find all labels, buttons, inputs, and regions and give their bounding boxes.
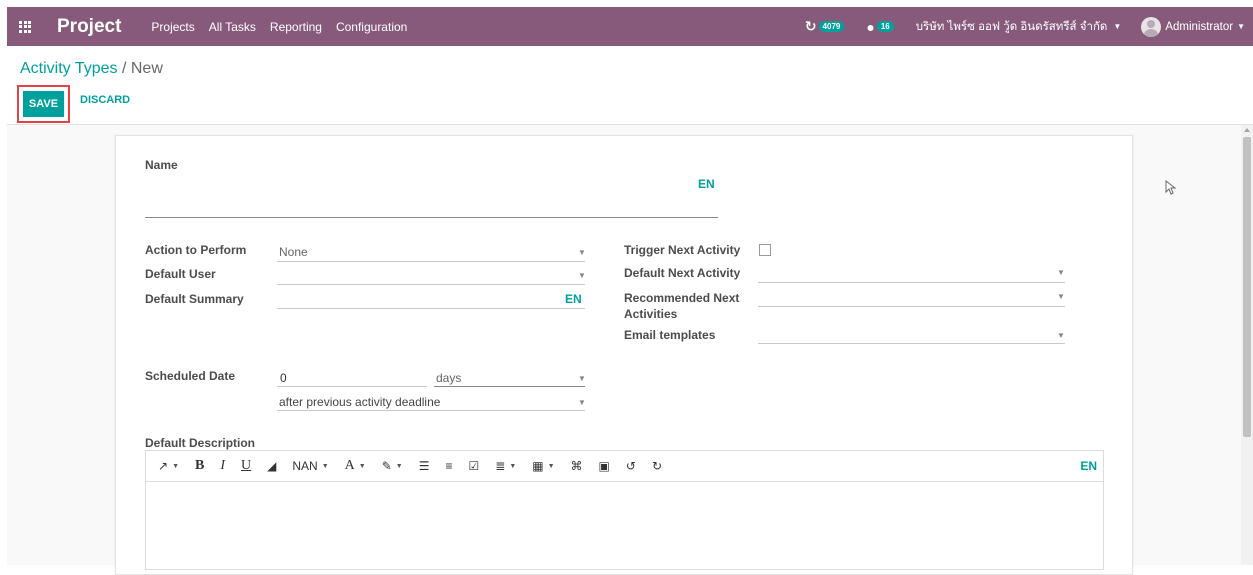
table-icon[interactable]: ▦ ▼ <box>532 459 554 473</box>
breadcrumb-current: New <box>130 60 163 77</box>
font-size-dropdown[interactable]: NAN ▼ <box>292 459 328 473</box>
default-next-activity-label: Default Next Activity <box>624 266 741 280</box>
default-summary-label: Default Summary <box>145 292 244 306</box>
save-button[interactable]: SAVE <box>23 91 64 117</box>
delay-unit-select[interactable] <box>434 386 585 387</box>
delay-count-value: 0 <box>280 371 287 385</box>
email-templates-select[interactable] <box>758 343 1065 344</box>
company-name: บริษัท ไพร์ซ ออฟ วู้ด อินดรัสทรีส์ จำกัด <box>915 20 1108 33</box>
description-translate-button[interactable]: EN <box>1080 459 1097 473</box>
company-switcher[interactable]: บริษัท ไพร์ซ ออฟ วู้ด อินดรัสทรีส์ จำกัด… <box>916 18 1122 36</box>
undo-icon[interactable]: ↺ <box>626 459 636 473</box>
app-brand[interactable]: Project <box>57 16 121 38</box>
chat-bubble-icon: ● <box>866 18 875 35</box>
editor-toolbar: ↗ ▼ B I U ◢ NAN ▼ A ▼ ✎ ▼ ☰ ≡ ☑ ≣ ▼ ▦ ▼ ⌘ ▣ ↺ … <box>146 451 1103 482</box>
trigger-next-activity-label: Trigger Next Activity <box>624 243 741 257</box>
summary-translate-button[interactable]: EN <box>565 292 582 306</box>
email-templates-label: Email templates <box>624 328 716 342</box>
redo-icon[interactable]: ↻ <box>652 459 662 473</box>
menu-all-tasks[interactable]: All Tasks <box>209 20 256 34</box>
checklist-icon[interactable]: ☑ <box>469 459 480 473</box>
description-editor[interactable]: ↗ ▼ B I U ◢ NAN ▼ A ▼ ✎ ▼ ☰ ≡ ☑ ≣ ▼ ▦ ▼ ⌘ ▣ ↺ … <box>145 450 1104 570</box>
default-summary-input[interactable] <box>277 308 585 309</box>
scheduled-date-label: Scheduled Date <box>145 369 236 383</box>
activity-count-badge: 4079 <box>818 21 845 32</box>
scroll-up-arrow-icon[interactable] <box>1244 128 1250 132</box>
top-navbar: Project Projects All Tasks Reporting Con… <box>7 7 1253 46</box>
breadcrumb-parent[interactable]: Activity Types <box>20 60 118 77</box>
messaging-menu[interactable]: ● 16 <box>866 18 894 35</box>
main-menu: Projects All Tasks Reporting Configurati… <box>151 20 407 34</box>
bullet-list-icon[interactable]: ☰ <box>419 459 430 473</box>
magic-wand-icon[interactable]: ↗ ▼ <box>158 459 179 473</box>
scroll-thumb[interactable] <box>1243 137 1251 437</box>
save-button-highlight: SAVE <box>17 85 70 123</box>
name-translate-button[interactable]: EN <box>698 177 715 191</box>
font-color-icon[interactable]: A ▼ <box>345 458 366 474</box>
caret-down-icon[interactable]: ▼ <box>578 248 586 257</box>
menu-configuration[interactable]: Configuration <box>336 20 407 34</box>
default-next-activity-select[interactable] <box>758 282 1065 283</box>
bold-icon[interactable]: B <box>195 458 204 474</box>
caret-down-icon: ▼ <box>1113 22 1122 31</box>
underline-icon[interactable]: U <box>241 458 251 474</box>
image-icon[interactable]: ▣ <box>599 459 610 473</box>
recommended-next-activities-select[interactable] <box>758 306 1065 307</box>
delay-from-select[interactable] <box>277 410 585 411</box>
name-label: Name <box>145 158 178 172</box>
default-user-label: Default User <box>145 267 216 281</box>
discard-button[interactable]: DISCARD <box>80 94 130 106</box>
highlight-icon[interactable]: ✎ ▼ <box>382 459 403 473</box>
delay-unit-value: days <box>436 371 462 385</box>
clock-icon: ↻ <box>804 18 817 34</box>
app-menu-icon[interactable] <box>7 7 43 46</box>
menu-projects[interactable]: Projects <box>151 20 194 34</box>
breadcrumb-separator: / <box>121 60 127 77</box>
scrollbar[interactable] <box>1241 125 1253 565</box>
default-user-select[interactable] <box>277 284 585 285</box>
link-icon[interactable]: ⌘ <box>571 459 583 473</box>
message-count-badge: 16 <box>876 21 894 32</box>
menu-reporting[interactable]: Reporting <box>270 20 322 34</box>
user-menu[interactable]: Administrator ▼ <box>1141 16 1245 37</box>
recommended-next-activities-label: Recommended Next Activities <box>624 291 740 321</box>
caret-down-icon: ▼ <box>1237 22 1245 31</box>
delay-from-value: after previous activity deadline <box>279 395 441 409</box>
breadcrumb: Activity Types / New <box>20 60 163 78</box>
action-to-perform-select[interactable] <box>277 261 585 262</box>
default-description-label: Default Description <box>145 436 256 450</box>
caret-down-icon[interactable]: ▼ <box>1057 268 1065 277</box>
align-icon[interactable]: ≣ ▼ <box>495 459 516 473</box>
numbered-list-icon[interactable]: ≡ <box>445 459 452 473</box>
caret-down-icon[interactable]: ▼ <box>578 271 586 280</box>
mouse-pointer-icon <box>1165 180 1177 195</box>
name-input[interactable] <box>145 217 718 218</box>
systray: ↻ 4079 ● 16 บริษัท ไพร์ซ ออฟ วู้ด อินดรั… <box>805 16 1253 37</box>
action-to-perform-label: Action to Perform <box>145 243 247 257</box>
caret-down-icon[interactable]: ▼ <box>578 374 586 383</box>
delay-count-input[interactable] <box>277 386 427 387</box>
activity-menu[interactable]: ↻ 4079 <box>805 18 845 35</box>
caret-down-icon[interactable]: ▼ <box>1057 331 1065 340</box>
italic-icon[interactable]: I <box>220 458 225 474</box>
avatar <box>1141 16 1162 37</box>
caret-down-icon[interactable]: ▼ <box>578 398 586 407</box>
trigger-next-activity-checkbox[interactable] <box>759 244 771 256</box>
action-to-perform-value: None <box>279 245 308 259</box>
user-name: Administrator <box>1165 20 1234 33</box>
caret-down-icon[interactable]: ▼ <box>1057 292 1065 301</box>
eraser-icon[interactable]: ◢ <box>267 459 276 473</box>
